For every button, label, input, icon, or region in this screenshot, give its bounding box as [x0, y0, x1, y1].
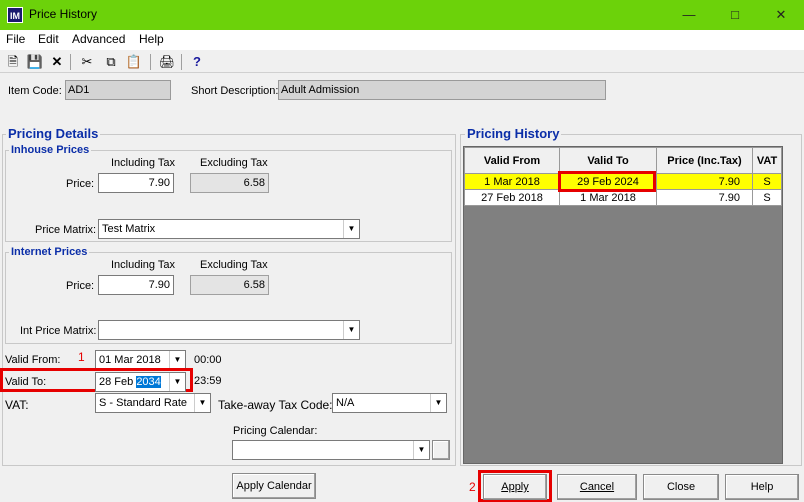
inhouse-prices-title: Inhouse Prices: [9, 144, 92, 156]
help-button[interactable]: Help: [725, 474, 799, 500]
valid-to-time: 23:59: [194, 375, 222, 387]
internet-price-incl-input[interactable]: 7.90: [98, 275, 174, 295]
vat-select[interactable]: S - Standard Rate ▼: [95, 393, 211, 413]
inhouse-including-tax-header: Including Tax: [111, 157, 176, 169]
chevron-down-icon[interactable]: ▼: [430, 394, 446, 412]
inhouse-price-label: Price:: [66, 178, 95, 190]
toolbar: [0, 51, 804, 73]
column-vat[interactable]: VAT: [752, 147, 782, 174]
column-price-inc-tax[interactable]: Price (Inc.Tax): [656, 147, 753, 174]
apply-button[interactable]: Apply: [483, 474, 547, 500]
internet-including-tax-header: Including Tax: [111, 259, 176, 271]
menu-edit[interactable]: Edit: [38, 32, 59, 46]
menu-advanced[interactable]: Advanced: [72, 32, 125, 46]
paste-icon[interactable]: 📋: [125, 53, 143, 71]
maximize-icon[interactable]: □: [720, 4, 750, 26]
price-matrix-label: Price Matrix:: [35, 224, 97, 236]
takeaway-tax-code-select[interactable]: N/A ▼: [332, 393, 447, 413]
delete-icon[interactable]: ✕: [48, 53, 66, 71]
minimize-icon[interactable]: —: [674, 4, 704, 26]
item-code-field[interactable]: AD1: [65, 80, 171, 100]
pricing-details-title: Pricing Details: [6, 126, 101, 141]
new-document-icon[interactable]: 🗎: [4, 53, 22, 71]
pricing-calendar-select[interactable]: ▼: [232, 440, 430, 460]
cell-valid-from: 27 Feb 2018: [464, 189, 560, 206]
takeaway-tax-code-label: Take-away Tax Code:: [218, 398, 333, 412]
toolbar-separator: [150, 54, 151, 70]
takeaway-tax-code-value: N/A: [336, 397, 355, 409]
valid-to-year-selected[interactable]: 2034: [136, 376, 161, 388]
print-icon[interactable]: 🖨: [158, 53, 176, 71]
valid-to-day-month: 28 Feb: [99, 376, 137, 388]
cut-icon[interactable]: ✂: [78, 53, 96, 71]
cell-price: 7.90: [656, 173, 753, 190]
cell-vat: S: [752, 173, 782, 190]
price-matrix-value: Test Matrix: [102, 223, 156, 235]
item-code-label: Item Code:: [8, 85, 62, 97]
valid-from-value: 01 Mar 2018: [99, 354, 161, 366]
int-price-matrix-select[interactable]: ▼: [98, 320, 360, 340]
price-matrix-select[interactable]: Test Matrix ▼: [98, 219, 360, 239]
menu-help[interactable]: Help: [139, 32, 164, 46]
close-window-icon[interactable]: ✕: [766, 4, 796, 26]
toolbar-separator: [181, 54, 182, 70]
valid-from-date-picker[interactable]: 01 Mar 2018 ▼: [95, 350, 186, 370]
help-icon[interactable]: ?: [188, 53, 206, 71]
vat-label: VAT:: [5, 398, 29, 412]
valid-to-label: Valid To:: [5, 376, 47, 388]
internet-prices-title: Internet Prices: [9, 246, 90, 258]
apply-calendar-button[interactable]: Apply Calendar: [232, 473, 316, 499]
annotation-marker-2: 2: [469, 480, 476, 494]
chevron-down-icon[interactable]: ▼: [413, 441, 429, 459]
cell-valid-from: 1 Mar 2018: [464, 173, 560, 190]
annotation-marker-1: 1: [78, 350, 85, 364]
cancel-button[interactable]: Cancel: [557, 474, 637, 500]
internet-excluding-tax-header: Excluding Tax: [200, 259, 268, 271]
pricing-history-grid[interactable]: Valid From Valid To Price (Inc.Tax) VAT …: [463, 146, 783, 464]
valid-to-date-picker[interactable]: 28 Feb 2034 ▼: [95, 372, 186, 392]
inhouse-excluding-tax-header: Excluding Tax: [200, 157, 268, 169]
app-icon: IM: [7, 7, 23, 23]
valid-from-time: 00:00: [194, 354, 222, 366]
int-price-matrix-label: Int Price Matrix:: [20, 325, 97, 337]
column-valid-to[interactable]: Valid To: [559, 147, 657, 174]
vat-value: S - Standard Rate: [99, 397, 188, 409]
chevron-down-icon[interactable]: ▼: [169, 373, 185, 391]
pricing-history-title: Pricing History: [465, 126, 562, 141]
short-description-field[interactable]: Adult Admission: [278, 80, 606, 100]
short-description-label: Short Description:: [191, 85, 279, 97]
pricing-calendar-label: Pricing Calendar:: [233, 425, 318, 437]
copy-icon[interactable]: ⧉: [102, 53, 120, 71]
pricing-calendar-browse-button[interactable]: [432, 440, 450, 460]
cell-vat: S: [752, 189, 782, 206]
internet-price-excl-field: 6.58: [190, 275, 269, 295]
chevron-down-icon[interactable]: ▼: [169, 351, 185, 369]
column-valid-from[interactable]: Valid From: [464, 147, 560, 174]
chevron-down-icon[interactable]: ▼: [343, 220, 359, 238]
valid-from-label: Valid From:: [5, 354, 61, 366]
menu-file[interactable]: File: [6, 32, 25, 46]
close-button[interactable]: Close: [643, 474, 719, 500]
valid-to-cell-highlight: [558, 171, 656, 192]
inhouse-price-incl-input[interactable]: 7.90: [98, 173, 174, 193]
toolbar-separator: [70, 54, 71, 70]
chevron-down-icon[interactable]: ▼: [343, 321, 359, 339]
chevron-down-icon[interactable]: ▼: [194, 394, 210, 412]
window-title: Price History: [29, 7, 98, 21]
inhouse-price-excl-field: 6.58: [190, 173, 269, 193]
internet-price-label: Price:: [66, 280, 95, 292]
save-icon[interactable]: 💾: [26, 53, 44, 71]
cell-price: 7.90: [656, 189, 753, 206]
